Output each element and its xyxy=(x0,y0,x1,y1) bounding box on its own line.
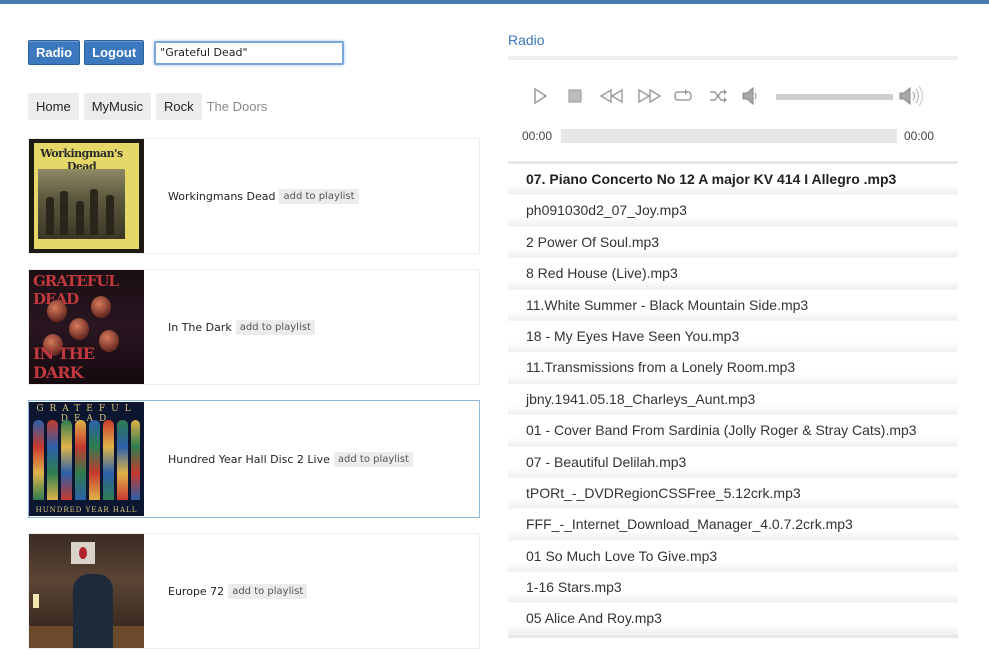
album-item[interactable]: Europe 72 add to playlist xyxy=(28,533,480,649)
logout-button[interactable]: Logout xyxy=(84,40,145,65)
cover-face xyxy=(69,318,89,340)
playlist-item[interactable]: 1-16 Stars.mp3 xyxy=(508,572,958,604)
breadcrumb-current: The Doors xyxy=(206,99,268,114)
album-cover[interactable]: GRATEFUL DEAD IN THE DARK xyxy=(29,270,144,384)
divider xyxy=(508,56,958,60)
cover-photo xyxy=(38,169,125,239)
cover-figure xyxy=(106,195,114,235)
playlist-item[interactable]: 01 - Cover Band From Sardinia (Jolly Rog… xyxy=(508,415,958,447)
cover-face xyxy=(47,300,67,322)
breadcrumb-rock[interactable]: Rock xyxy=(155,93,202,120)
album-title[interactable]: Workingmans Dead xyxy=(168,190,275,203)
album-title[interactable]: In The Dark xyxy=(168,321,232,334)
add-to-playlist-button[interactable]: add to playlist xyxy=(235,319,315,335)
top-accent-line xyxy=(0,0,989,4)
cover-screen xyxy=(71,542,95,564)
playlist-item[interactable]: 8 Red House (Live).mp3 xyxy=(508,258,958,290)
breadcrumb-home[interactable]: Home xyxy=(28,93,79,120)
rewind-icon[interactable] xyxy=(599,86,625,106)
cover-figure xyxy=(60,191,68,235)
album-title[interactable]: Europe 72 xyxy=(168,585,224,598)
playlist-item[interactable]: FFF_-_Internet_Download_Manager_4.0.7.2c… xyxy=(508,509,958,541)
playlist-item[interactable]: 11.Transmissions from a Lonely Room.mp3 xyxy=(508,352,958,384)
breadcrumb: Home MyMusic Rock The Doors xyxy=(28,92,480,121)
playlist-item[interactable]: 07 - Beautiful Delilah.mp3 xyxy=(508,446,958,478)
fast-forward-icon[interactable] xyxy=(636,86,662,106)
album-item[interactable]: Workingman's Dead Workingmans Dead add t… xyxy=(28,138,480,254)
playlist-item[interactable]: 11.White Summer - Black Mountain Side.mp… xyxy=(508,289,958,321)
shuffle-icon[interactable] xyxy=(707,86,729,106)
cover-lamp xyxy=(33,594,39,608)
player-panel: Radio 00:00 00:00 07. Piano Concerto No … xyxy=(508,32,958,638)
cover-person xyxy=(73,574,113,648)
cover-figure xyxy=(46,197,54,235)
cover-window xyxy=(117,420,128,500)
radio-button[interactable]: Radio xyxy=(28,40,81,65)
playlist-item[interactable]: 01 So Much Love To Give.mp3 xyxy=(508,540,958,573)
album-item-selected[interactable]: GRATEFUL DEAD HUNDRED YEAR HALL Hundred … xyxy=(28,400,480,518)
mute-icon[interactable] xyxy=(740,86,762,106)
cover-window xyxy=(103,420,114,500)
player-title[interactable]: Radio xyxy=(508,32,958,48)
cover-figure xyxy=(76,201,84,235)
cover-window xyxy=(75,420,86,500)
cover-subtitle: HUNDRED YEAR HALL xyxy=(35,506,138,514)
cover-face xyxy=(91,296,111,318)
library-panel: Radio Logout Home MyMusic Rock The Doors… xyxy=(28,40,480,664)
playlist-item[interactable]: 05 Alice And Roy.mp3 xyxy=(508,603,958,635)
breadcrumb-mymusic[interactable]: MyMusic xyxy=(83,93,151,120)
playlist-item[interactable]: ph091030d2_07_Joy.mp3 xyxy=(508,195,958,227)
playlist-item[interactable]: 2 Power Of Soul.mp3 xyxy=(508,226,958,259)
cover-window xyxy=(47,420,58,500)
playlist-item[interactable]: tPORt_-_DVDRegionCSSFree_5.12crk.mp3 xyxy=(508,477,958,510)
cover-window xyxy=(33,420,44,500)
playlist-item[interactable]: jbny.1941.05.18_Charleys_Aunt.mp3 xyxy=(508,383,958,416)
cover-window xyxy=(89,420,100,500)
add-to-playlist-button[interactable]: add to playlist xyxy=(333,451,413,467)
album-cover[interactable] xyxy=(29,534,144,648)
album-title[interactable]: Hundred Year Hall Disc 2 Live xyxy=(168,453,330,466)
top-toolbar: Radio Logout xyxy=(28,40,480,65)
search-input[interactable] xyxy=(154,40,345,65)
volume-max-icon[interactable] xyxy=(898,85,928,107)
album-cover[interactable]: GRATEFUL DEAD HUNDRED YEAR HALL xyxy=(29,402,144,516)
volume-slider[interactable] xyxy=(776,94,893,100)
progress-bar[interactable] xyxy=(561,129,897,143)
stop-icon[interactable] xyxy=(564,86,586,106)
time-total: 00:00 xyxy=(904,129,935,143)
play-icon[interactable] xyxy=(529,86,551,106)
playlist: 07. Piano Concerto No 12 A major KV 414 … xyxy=(508,161,958,638)
playlist-item[interactable]: 18 - My Eyes Have Seen You.mp3 xyxy=(508,320,958,353)
cover-window xyxy=(61,420,72,500)
cover-figure xyxy=(90,189,98,235)
time-elapsed: 00:00 xyxy=(522,129,553,143)
repeat-icon[interactable] xyxy=(672,86,694,106)
cover-subtitle: IN THE DARK xyxy=(33,344,95,382)
add-to-playlist-button[interactable]: add to playlist xyxy=(279,188,359,204)
audio-player: 00:00 00:00 xyxy=(508,76,958,146)
cover-window xyxy=(131,420,140,500)
album-list: Workingman's Dead Workingmans Dead add t… xyxy=(28,138,480,649)
add-to-playlist-button[interactable]: add to playlist xyxy=(228,583,308,599)
playlist-item-current[interactable]: 07. Piano Concerto No 12 A major KV 414 … xyxy=(508,164,958,196)
album-cover[interactable]: Workingman's Dead xyxy=(29,139,144,253)
album-item[interactable]: GRATEFUL DEAD IN THE DARK In The Dark ad… xyxy=(28,269,480,385)
